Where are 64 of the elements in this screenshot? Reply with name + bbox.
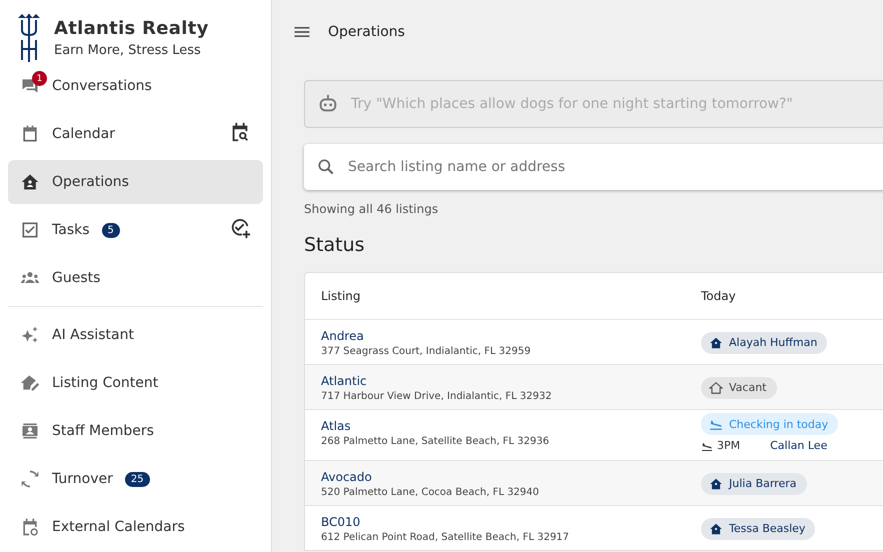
- nav-item[interactable]: AI Assistant: [8, 313, 263, 357]
- listing-name[interactable]: Atlas: [321, 418, 701, 432]
- nav-item[interactable]: 1 Conversations: [8, 64, 263, 108]
- nav-label: Operations: [52, 174, 129, 190]
- house-icon: [709, 336, 723, 350]
- listing-address: 377 Seagrass Court, Indialantic, FL 32959: [321, 346, 532, 356]
- listing-address: 717 Harbour View Drive, Indialantic, FL 32932: [321, 390, 553, 402]
- nav-item[interactable]: Listing Content: [8, 361, 263, 405]
- column-header: Today: [701, 289, 737, 303]
- checkin-time: 3PM: [717, 439, 740, 452]
- guest-name[interactable]: Callan Lee: [770, 439, 828, 452]
- trident-logo-icon: [18, 14, 40, 62]
- status-chip: Vacant: [701, 376, 776, 398]
- nav-item[interactable]: Calendar: [8, 112, 263, 156]
- status-chip: Alayah Huffman: [701, 332, 828, 354]
- house-icon: [709, 476, 723, 490]
- nav-item[interactable]: Turnover 25: [8, 457, 263, 501]
- nav-item[interactable]: Tasks 5: [8, 208, 263, 252]
- nav-label: Staff Members: [52, 423, 154, 439]
- listing-name[interactable]: Atlantic: [321, 374, 701, 388]
- nav-item[interactable]: Staff Members: [8, 409, 263, 453]
- nav-label: Guests: [52, 270, 100, 286]
- listing-address: 520 Palmetto Lane, Cocoa Beach, FL 32940: [321, 486, 540, 498]
- checkbox-icon: [20, 220, 40, 240]
- search-bar[interactable]: Search listing name or address: [304, 144, 883, 190]
- nav-label: Tasks: [52, 222, 90, 238]
- status-chip: Tessa Beasley: [701, 518, 816, 540]
- listing-name[interactable]: Andrea: [321, 328, 701, 342]
- house-pencil-icon: [20, 373, 40, 393]
- house-outline-icon: [709, 380, 723, 394]
- nav-label: AI Assistant: [52, 327, 134, 343]
- brand-tagline: Earn More, Stress Less: [54, 43, 202, 58]
- count-badge: 1: [32, 71, 47, 86]
- listing-address: 268 Palmetto Lane, Satellite Beach, FL 32936: [321, 436, 550, 446]
- check-circle-plus-icon: [229, 217, 251, 239]
- search-field[interactable]: Search listing name or address: [346, 158, 883, 176]
- house-icon: [709, 522, 723, 536]
- section-title: Status: [304, 234, 366, 256]
- listing-name[interactable]: BC010: [321, 514, 701, 528]
- status-chip: Julia Barrera: [701, 472, 806, 494]
- sparkle-icon: [20, 325, 40, 345]
- nav-item[interactable]: Guests: [8, 256, 263, 300]
- badge-icon: [20, 421, 40, 441]
- result-count: Showing all 46 listings: [304, 202, 440, 216]
- brand-name: Atlantis Realty: [54, 18, 209, 39]
- search-icon: [316, 157, 336, 177]
- listing-name[interactable]: Avocado: [321, 470, 701, 484]
- nav-item[interactable]: External Calendars: [8, 505, 263, 549]
- nav-label: Conversations: [52, 78, 152, 94]
- refresh-icon: [20, 469, 40, 489]
- listing-address: 612 Pelican Point Road, Satellite Beach, FL 32917: [321, 532, 570, 542]
- nav-label: Listing Content: [52, 375, 158, 391]
- column-header: Listing: [321, 289, 362, 303]
- page-title: Operations: [328, 24, 405, 40]
- nav-item[interactable]: Operations: [8, 160, 263, 204]
- nav-label: External Calendars: [52, 519, 185, 535]
- ai-search-field[interactable]: Try "Which places allow dogs for one night starting tomorrow?": [349, 95, 883, 113]
- nav-label: Turnover: [52, 471, 113, 487]
- count-badge: 25: [124, 472, 150, 486]
- house-icon: [20, 172, 40, 192]
- status-chip: Checking in today: [701, 413, 838, 435]
- nav-label: Calendar: [52, 126, 115, 142]
- count-badge: 5: [102, 222, 120, 238]
- ai-search-bar[interactable]: Try "Which places allow dogs for one night starting tomorrow?": [304, 80, 883, 128]
